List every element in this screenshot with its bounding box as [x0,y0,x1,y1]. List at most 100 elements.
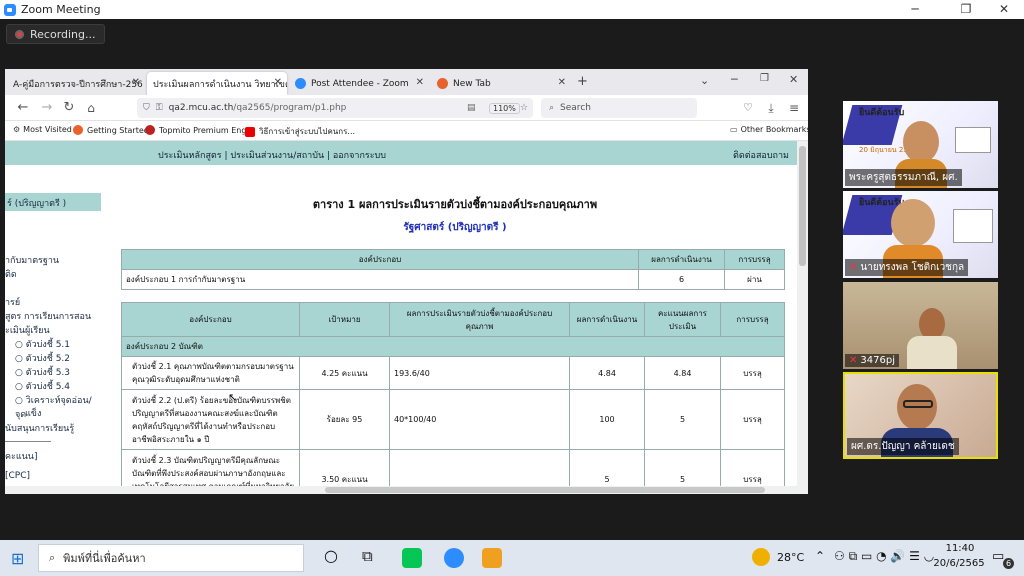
temperature[interactable]: 28°C [777,551,804,564]
tab-label: ประเมินผลการดำเนินงาน วิทยาเขตขอน [153,79,287,90]
zoom-app-icon[interactable] [444,548,464,568]
scroll-thumb[interactable] [325,487,765,493]
participant-tile[interactable]: ✕ 3476pj [843,282,998,369]
bookmark-getting-started[interactable]: Getting Started [73,125,149,135]
horizontal-scrollbar[interactable] [5,486,797,494]
table-cell: ร้อยละ 95 [299,389,390,450]
browser-restore-icon[interactable]: ❐ [760,73,769,84]
close-tab-icon[interactable]: ✕ [274,77,282,88]
sidebar-subitem[interactable]: ○ ตัวบ่งชี้ 5.1 [15,337,70,351]
weather-icon[interactable] [752,548,770,566]
sidebar-item[interactable]: ารย์ [5,295,20,309]
windows-start-icon[interactable]: ⊞ [11,549,24,568]
browser-minimize-icon[interactable]: ─ [731,73,738,86]
sidebar-item[interactable]: คะแนน] [5,449,37,463]
taskbar-search-placeholder: พิมพ์ที่นี่เพื่อค้นหา [63,552,146,565]
table-cell: ตัวบ่งชี้ 2.1 คุณภาพบัณฑิตตามกรอบมาตรฐาน… [121,356,300,390]
tab-evaluation[interactable]: ประเมินผลการดำเนินงาน วิทยาเขตขอน ✕ [147,72,287,95]
pocket-icon[interactable]: ♡ [739,100,757,116]
sidebar-selected-program[interactable]: ร์ (ปริญญาตรี ) [5,193,101,211]
topmito-icon [145,125,155,135]
close-icon[interactable]: ✕ [982,0,1024,19]
sidebar-item[interactable]: ะเมินผู้เรียน [5,323,50,337]
slide-text: ยินดีต้อนรับ [859,108,905,118]
participant-tile[interactable]: ยินดีต้อนรับ 20 มิถุนายน 25 พระครูสุตธรร… [843,101,998,188]
app-icon[interactable] [482,548,502,568]
bookmark-other[interactable]: ▭ Other Bookmarks [730,125,808,134]
back-icon[interactable]: ← [14,100,32,116]
bookmarks-bar: ⚙ Most Visited Getting Started Topmito P… [5,121,808,141]
zoom-level[interactable]: 110% [489,102,520,114]
indicator-table: องค์ประกอบ เป้าหมาย ผลการประเมินรายตัวบ่… [121,302,785,494]
table-cell: 40*100/40 [389,389,570,450]
downloads-icon[interactable]: ⤓ [762,100,780,116]
table-cell: 193.6/40 [389,356,570,390]
minimize-icon[interactable]: ─ [893,0,937,19]
tab-list-icon[interactable]: ⌄ [700,74,709,87]
sidebar-subitem[interactable]: ○ ตัวบ่งชี้ 5.4 [15,379,70,393]
browser-close-icon[interactable]: ✕ [789,73,798,86]
url-bar[interactable]: ⛉ ⚿ qa2.mcu.ac.th /qa2565/program/p1.php… [137,98,533,118]
tray-icons[interactable]: ⚇ ⧉ ▭ ◔ 🔊 ☰ ◡ [834,549,934,564]
recording-indicator[interactable]: Recording... [6,24,105,44]
cortana-icon[interactable]: ○ [324,546,338,565]
firefox-favicon-icon [437,78,448,89]
new-tab-button[interactable]: + [577,74,588,89]
search-placeholder: Search [560,103,591,113]
table-header: องค์ประกอบ [121,302,300,337]
web-page: ประเมินหลักสูตร | ประเมินส่วนงาน/สถาบัน … [5,141,797,494]
participant-name: ผศ.ดร.ปัญญา คล้ายเดช [847,438,959,455]
table-row: องค์ประกอบ 1 การกำกับมาตรฐาน 6 ผ่าน [121,269,785,290]
tab-new-tab[interactable]: New Tab ✕ [431,72,571,95]
forward-icon[interactable]: → [38,100,56,116]
vertical-scrollbar[interactable] [797,141,808,494]
participant-face [891,199,935,247]
sidebar-subitem-wrap: แข็ง [25,409,42,419]
reload-icon[interactable]: ↻ [60,100,78,116]
site-nav-links[interactable]: ประเมินหลักสูตร | ประเมินส่วนงาน/สถาบัน … [158,148,386,162]
clock-time[interactable]: 11:40 [943,543,977,554]
participant-tile[interactable]: ยินดีต้อนรับ ✕ นายทรงพล โชติกเวชกุล [843,191,998,278]
search-bar[interactable]: ⌕ Search [541,98,697,118]
folder-icon: ▭ [730,125,738,134]
task-view-icon[interactable]: ⧉ [362,547,373,565]
sidebar: ร์ (ปริญญาตรี ) ำกับมาตรฐาน ติด ารย์ สูต… [5,185,101,494]
shield-icon: ⛉ [143,103,150,113]
home-icon[interactable]: ⌂ [82,100,100,116]
scroll-thumb[interactable] [799,146,806,266]
sidebar-subitem[interactable]: ○ ตัวบ่งชี้ 5.2 [15,351,70,365]
tab-manual[interactable]: A-คู่มือการตรวจ-ปีการศึกษา-256 ✕ [7,72,145,95]
close-tab-icon[interactable]: ✕ [416,77,424,88]
table-cell: บรรลุ [720,356,785,390]
sidebar-item[interactable]: สูตร การเรียนการสอน [5,309,91,323]
participant-tile-active-speaker[interactable]: ผศ.ดร.ปัญญา คล้ายเดช [843,372,998,459]
bookmark-youtube[interactable]: วิธีการเข้าสู่ระบบไปคนกร... [245,125,355,138]
table-header: ผลการดำเนินงาน [569,302,645,337]
bookmark-star-icon[interactable]: ☆ [520,103,528,113]
table-header: การบรรลุ [724,249,785,270]
taskbar-search[interactable]: ⌕ พิมพ์ที่นี่เพื่อค้นหา [38,544,304,572]
contact-link[interactable]: ติดต่อสอบถาม [733,148,789,162]
muted-mic-icon: ✕ [849,262,858,273]
close-tab-icon[interactable]: ✕ [132,77,140,88]
sidebar-item[interactable]: [CPC] [5,471,30,481]
table-cell: 4.25 คะแนน [299,356,390,390]
reader-view-icon[interactable]: ▤ [467,103,476,113]
summary-table: องค์ประกอบ ผลการดำเนินงาน การบรรลุ องค์ป… [121,249,785,290]
sidebar-subitem[interactable]: ○ ตัวบ่งชี้ 5.3 [15,365,70,379]
sidebar-item[interactable]: ติด [5,267,17,281]
chevron-up-icon[interactable]: ⌃ [815,549,825,563]
line-app-icon[interactable] [402,548,422,568]
sidebar-item[interactable]: นับสนุนการเรียนรู้ [5,421,74,435]
bookmark-topmito[interactable]: Topmito Premium Eng... [145,125,254,135]
lock-icon: ⚿ [155,103,163,113]
sidebar-item[interactable]: ำกับมาตรฐาน [5,253,59,267]
tab-post-attendee[interactable]: Post Attendee - Zoom ✕ [289,72,429,95]
table-header: คะแนนผลการประเมิน [644,302,721,337]
close-tab-icon[interactable]: ✕ [558,77,566,88]
bookmark-most-visited[interactable]: ⚙ Most Visited [13,125,72,134]
firefox-icon [73,125,83,135]
menu-icon[interactable]: ≡ [785,100,803,116]
clock-date[interactable]: 20/6/2565 [930,558,988,569]
table-cell: ตัวบ่งชี้ 2.2 (ป.ตรี) ร้อยละของบัณฑิตบรร… [121,389,300,450]
